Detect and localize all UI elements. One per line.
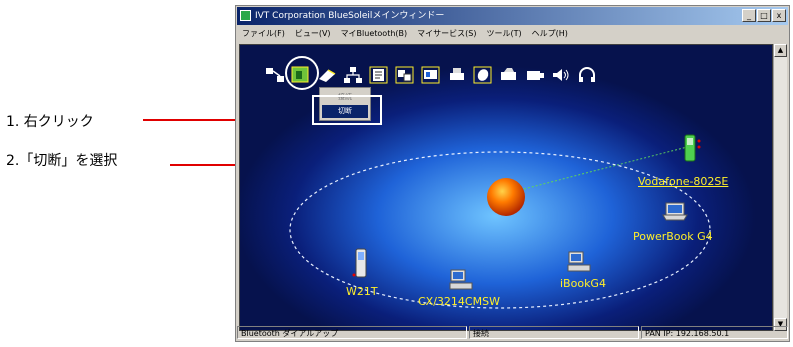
menu-tools[interactable]: ツール(T) [481,26,526,42]
maximize-button[interactable]: □ [757,9,771,22]
status-connection: 接続 [469,326,639,339]
bluetooth-app-icon [240,10,251,21]
device-label-cx3214cmsw[interactable]: CX/3214CMSW [418,295,500,308]
device-label-powerbook[interactable]: PowerBook G4 [633,230,713,243]
minimize-button[interactable]: _ [742,9,756,22]
menu-my-bluetooth[interactable]: マイBluetooth(B) [336,26,413,42]
menu-help[interactable]: ヘルプ(H) [527,26,573,42]
mobile-phone-icon[interactable] [351,247,371,281]
menu-file[interactable]: ファイル(F) [237,26,290,42]
local-device-sphere-icon[interactable] [486,177,526,217]
status-pan-ip: PAN IP: 192.168.50.1 [641,326,788,339]
device-canvas[interactable]: Vodafone-802SE PowerBook G4 iBookG4 CX/3… [239,44,773,331]
desktop-pc-icon[interactable] [566,250,592,274]
desktop-pc-icon[interactable] [448,268,474,292]
mobile-phone-icon[interactable] [679,133,703,165]
menu-bar: ファイル(F) ビュー(V) マイBluetooth(B) マイサービス(S) … [237,26,788,42]
title-bar: IVT Corporation BlueSoleilメインウィンドー _ □ x [237,7,788,25]
device-label-ibook[interactable]: iBookG4 [560,277,606,290]
scroll-up-arrow-icon[interactable]: ▲ [774,44,787,57]
menu-my-services[interactable]: マイサービス(S) [412,26,481,42]
bluesoleil-main-window: IVT Corporation BlueSoleilメインウィンドー _ □ x… [235,5,790,342]
menu-view[interactable]: ビュー(V) [290,26,336,42]
device-label-w21t[interactable]: W21T [346,285,378,298]
vertical-scrollbar[interactable]: ▲ ▼ [773,44,787,331]
window-title: IVT Corporation BlueSoleilメインウィンドー [255,11,445,21]
status-service: Bluetooth ダイアルアップ [237,326,467,339]
status-bar: Bluetooth ダイアルアップ 接続 PAN IP: 192.168.50.… [237,326,788,340]
close-button[interactable]: x [772,9,786,22]
laptop-icon[interactable] [662,201,688,223]
device-label-vodafone[interactable]: Vodafone-802SE [638,175,728,188]
disconnect-highlight-box [312,95,382,125]
